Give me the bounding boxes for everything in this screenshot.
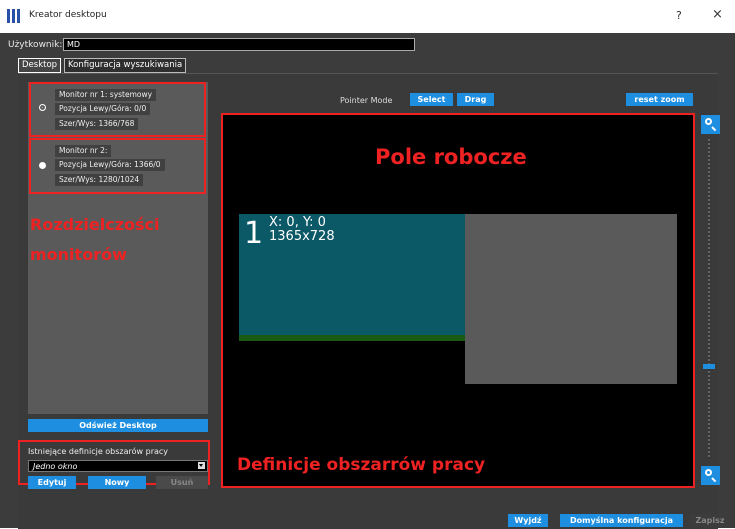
existing-definitions-label: Istniejące definicje obszarów pracy xyxy=(28,447,169,456)
user-input[interactable]: MD xyxy=(63,38,415,51)
select-mode-button[interactable]: Select xyxy=(410,93,453,106)
monitor-2-size: Szer/Wys: 1280/1024 xyxy=(55,174,144,186)
tab-search-config[interactable]: Konfiguracja wyszukiwania xyxy=(64,58,187,73)
exit-button[interactable]: Wyjdź xyxy=(508,514,548,527)
tab-desktop[interactable]: Desktop xyxy=(18,58,62,73)
drag-mode-button[interactable]: Drag xyxy=(457,93,494,106)
workspace-canvas[interactable]: Pole robocze 1 X: 0, Y: 0 1365x728 Defin… xyxy=(221,113,695,488)
zoom-out-icon[interactable] xyxy=(701,466,720,485)
monitor-2-radio[interactable] xyxy=(39,162,46,169)
refresh-desktop-button[interactable]: Odśwież Desktop xyxy=(28,419,208,432)
monitor-item-2[interactable]: Monitor nr 2: Pozycja Lewy/Góra: 1366/0 … xyxy=(29,138,206,194)
monitor-2-name: Monitor nr 2: xyxy=(55,145,112,157)
title-bar: Kreator desktopu ? × xyxy=(0,0,735,33)
monitor-1-radio[interactable] xyxy=(39,104,46,111)
monitor-item-1[interactable]: Monitor nr 1: systemowy Pozycja Lewy/Gór… xyxy=(29,82,206,137)
canvas-monitor-1-number: 1 xyxy=(244,216,264,251)
canvas-monitor-1-info: X: 0, Y: 0 1365x728 xyxy=(269,216,335,244)
save-button[interactable]: Zapisz xyxy=(690,514,730,527)
definition-select[interactable]: Jedno okno xyxy=(28,460,208,472)
definition-select-value: Jedno okno xyxy=(33,462,78,471)
help-button[interactable]: ? xyxy=(676,9,682,22)
reset-zoom-button[interactable]: reset zoom xyxy=(626,93,693,106)
window-title: Kreator desktopu xyxy=(29,10,107,20)
annotation-resolutions: Rozdzielczości monitorów xyxy=(30,215,160,264)
monitor-1-position: Pozycja Lewy/Góra: 0/0 xyxy=(55,103,151,115)
canvas-monitor-2[interactable] xyxy=(465,214,677,384)
desktop-panel: Monitor nr 1: systemowy Pozycja Lewy/Gór… xyxy=(18,73,720,529)
chevron-down-icon xyxy=(198,462,205,469)
zoom-slider-handle[interactable] xyxy=(703,364,715,369)
delete-button[interactable]: Usuń xyxy=(156,476,208,489)
edit-button[interactable]: Edytuj xyxy=(28,476,76,489)
canvas-monitor-1-size: 1365x728 xyxy=(269,229,335,244)
annotation-workspace: Pole robocze xyxy=(375,145,527,169)
monitor-1-name: Monitor nr 1: systemowy xyxy=(55,89,157,101)
zoom-in-icon[interactable] xyxy=(701,115,720,134)
canvas-monitor-1[interactable]: 1 X: 0, Y: 0 1365x728 xyxy=(239,214,465,341)
main-window: Użytkownik: MD Desktop Konfiguracja wysz… xyxy=(0,33,735,529)
new-button[interactable]: Nowy xyxy=(88,476,146,489)
user-label: Użytkownik: xyxy=(8,40,63,50)
close-button[interactable]: × xyxy=(712,7,723,22)
monitor-1-size: Szer/Wys: 1366/768 xyxy=(55,118,139,130)
zoom-slider-track[interactable] xyxy=(708,139,710,459)
canvas-monitor-1-coords: X: 0, Y: 0 xyxy=(269,215,326,230)
monitor-2-position: Pozycja Lewy/Góra: 1366/0 xyxy=(55,159,165,171)
default-config-button[interactable]: Domyślna konfiguracja xyxy=(560,514,683,527)
monitor-list-panel: Monitor nr 1: systemowy Pozycja Lewy/Gór… xyxy=(28,82,208,414)
app-logo-icon xyxy=(7,9,23,23)
annotation-definitions: Definicje obszarrów pracy xyxy=(237,455,486,475)
pointer-mode-label: Pointer Mode xyxy=(340,96,393,105)
